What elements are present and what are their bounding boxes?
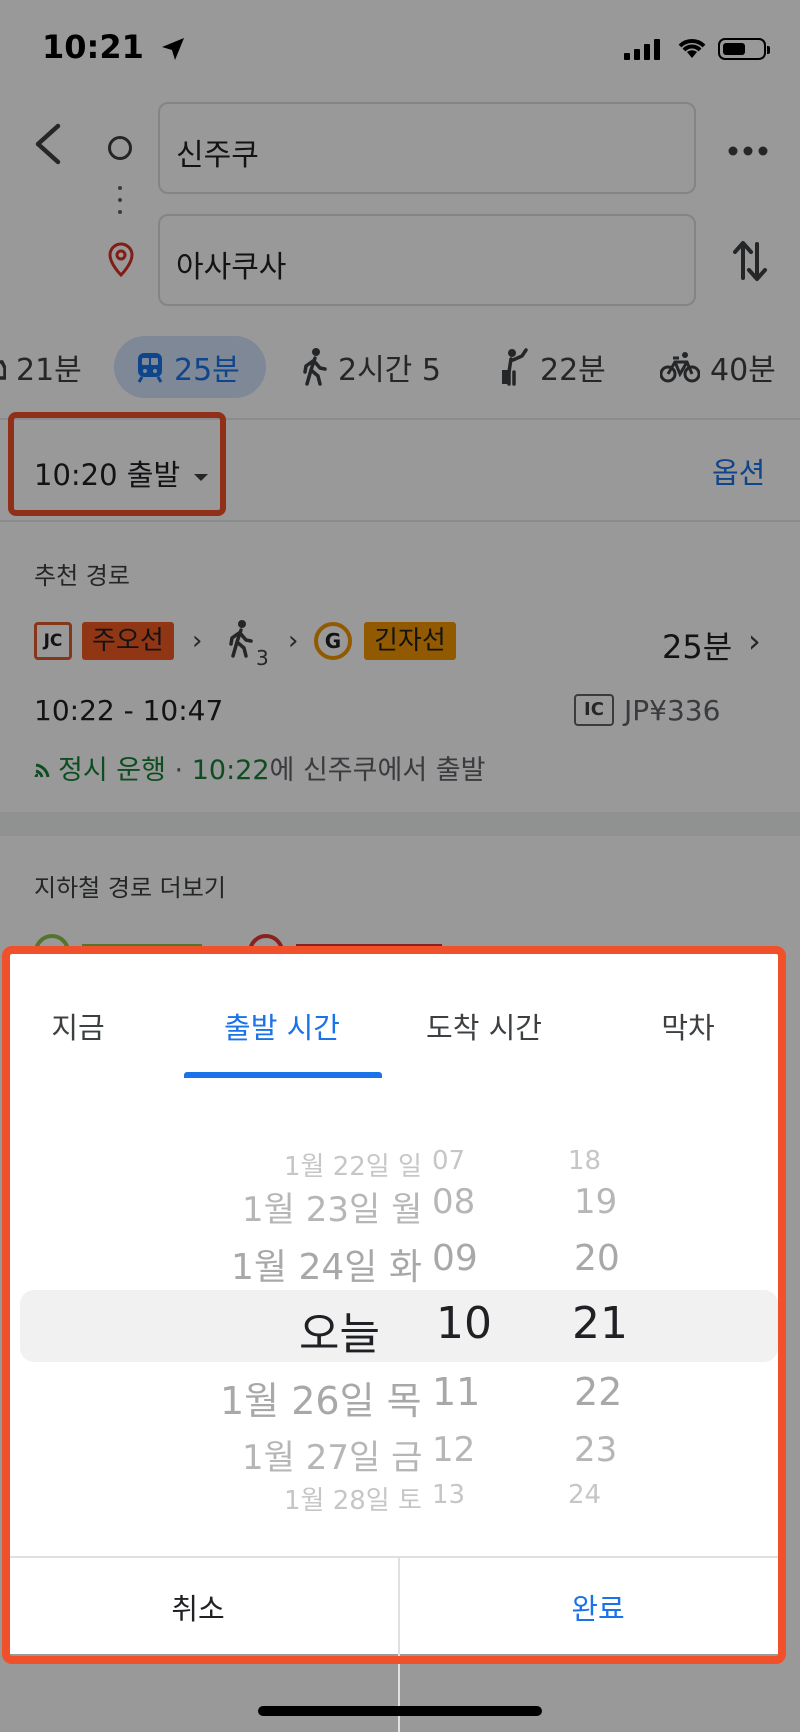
home-indicator[interactable]	[258, 1706, 542, 1716]
highlight-time-picker	[2, 946, 786, 1664]
